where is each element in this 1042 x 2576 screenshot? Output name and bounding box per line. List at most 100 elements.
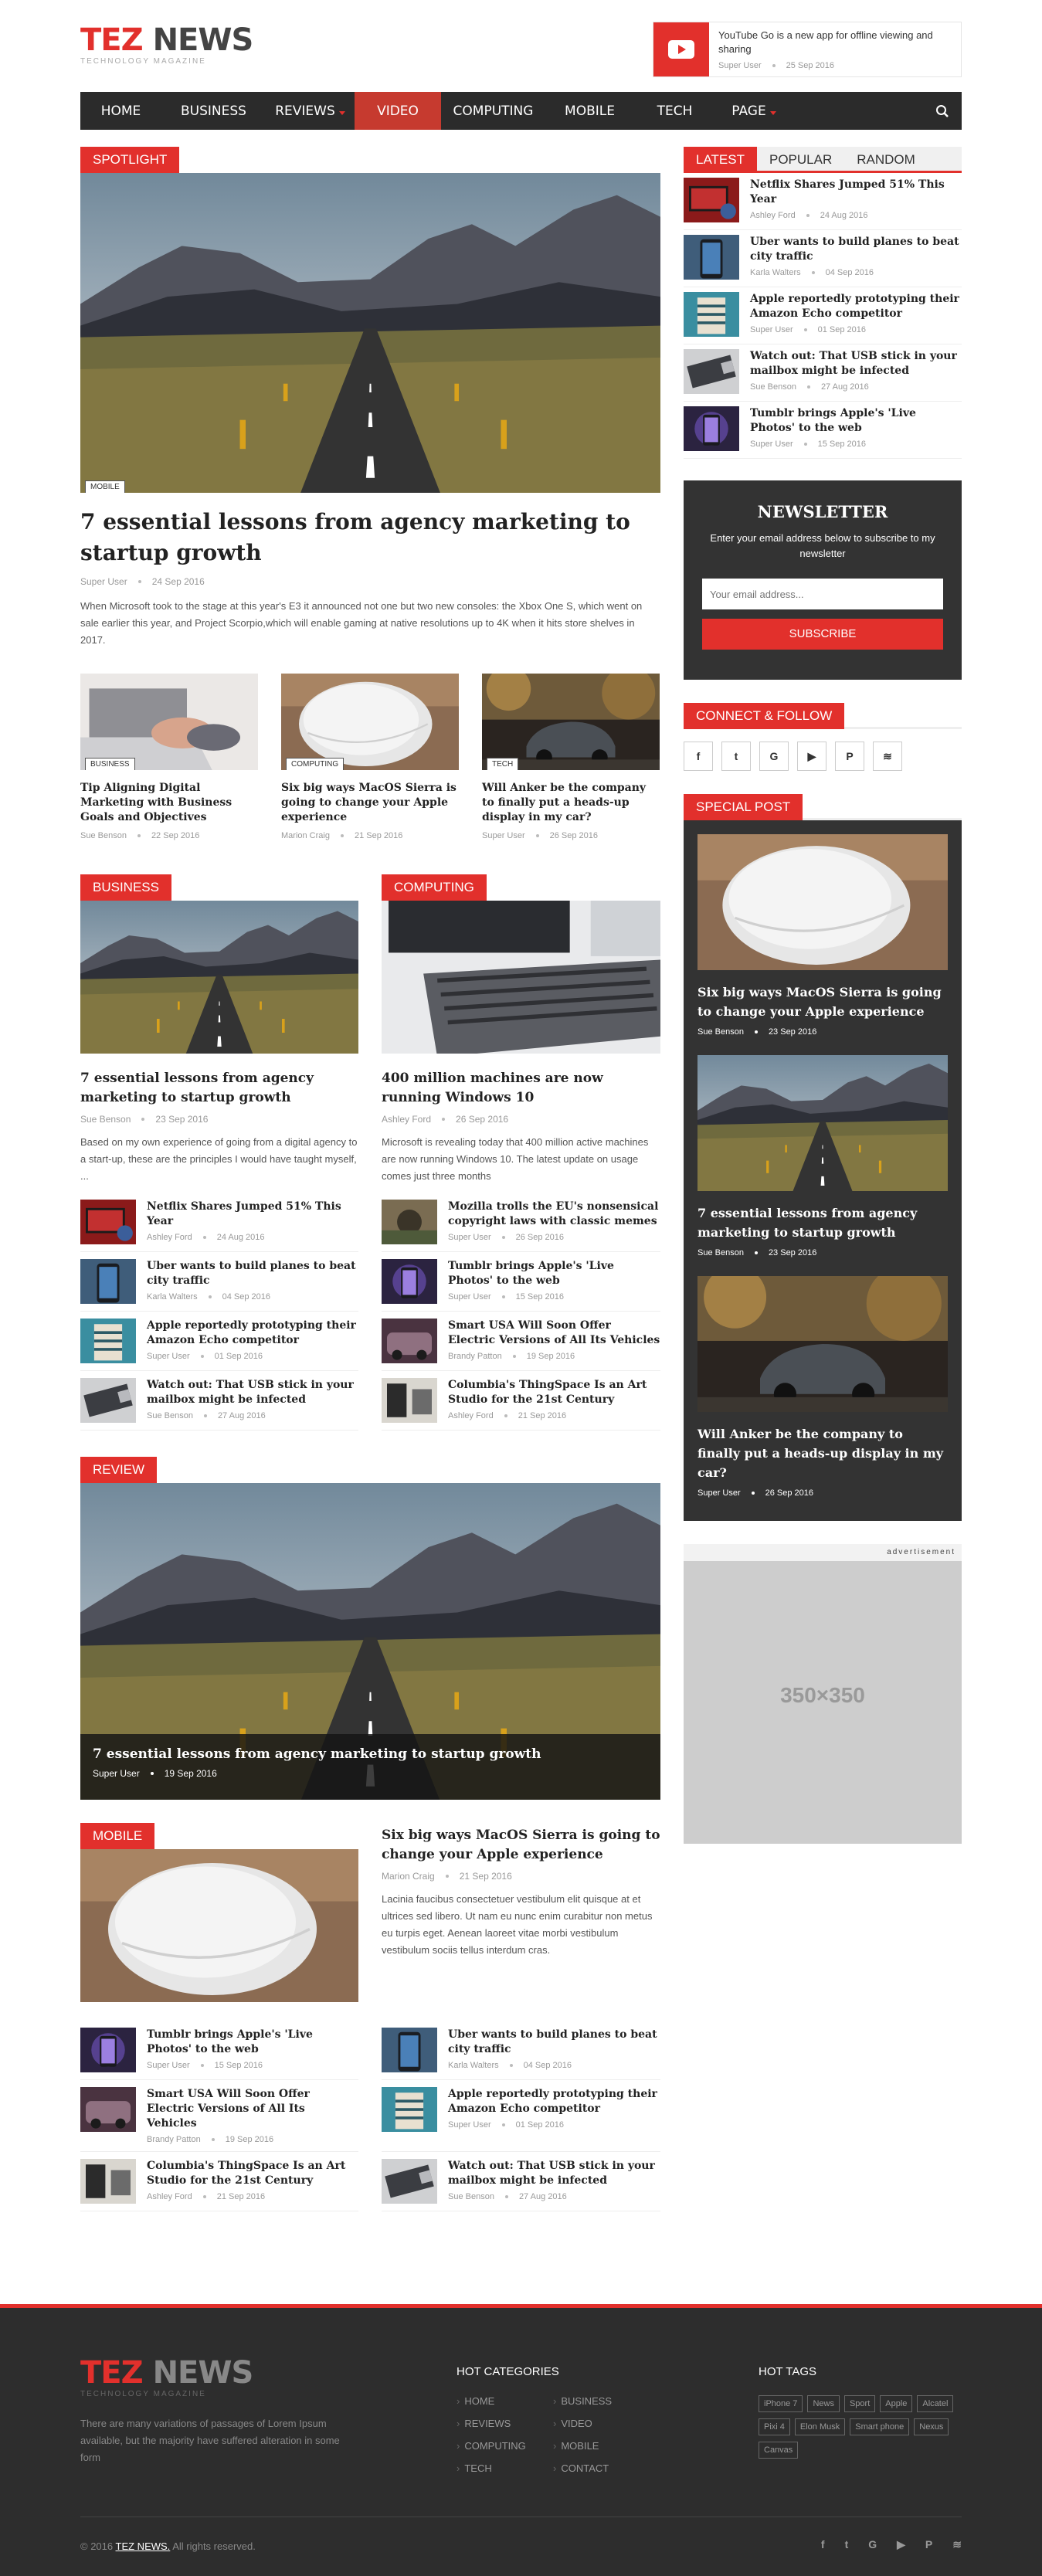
search-icon[interactable] [923, 92, 962, 130]
mobile-title[interactable]: Six big ways MacOS Sierra is going to ch… [382, 1826, 660, 1865]
list-item[interactable]: Tumblr brings Apple's 'Live Photos' to t… [684, 402, 962, 459]
list-item-thumb[interactable] [80, 2028, 136, 2072]
spotlight-tag[interactable]: MOBILE [85, 480, 125, 493]
list-item-author[interactable]: Karla Walters [750, 268, 801, 277]
footer-tag[interactable]: News [807, 2395, 840, 2412]
list-item-title[interactable]: Watch out: That USB stick in your mailbo… [448, 2159, 660, 2188]
footer-category-tech[interactable]: › TECH [457, 2462, 553, 2474]
newsletter-email-input[interactable] [702, 579, 943, 609]
card-title[interactable]: Tip Aligning Digital Marketing with Busi… [80, 781, 258, 825]
list-item[interactable]: Uber wants to build planes to beat city … [80, 1252, 358, 1312]
mobile-author[interactable]: Marion Craig [382, 1871, 435, 1882]
footer-logo[interactable]: TEZ NEWS [80, 2356, 374, 2390]
list-item[interactable]: Smart USA Will Soon Offer Electric Versi… [80, 2080, 358, 2152]
list-item-title[interactable]: Netflix Shares Jumped 51% This Year [750, 178, 962, 207]
list-item-thumb[interactable] [382, 2028, 437, 2072]
spotlight-card[interactable]: BUSINESS Tip Aligning Digital Marketing … [80, 674, 258, 840]
special-post-image[interactable] [697, 834, 948, 970]
list-item-author[interactable]: Brandy Patton [147, 2135, 201, 2144]
card-tag[interactable]: TECH [487, 758, 519, 770]
list-item[interactable]: Netflix Shares Jumped 51% This Year Ashl… [684, 173, 962, 230]
nav-item-video[interactable]: VIDEO [355, 92, 441, 130]
list-item[interactable]: Watch out: That USB stick in your mailbo… [684, 344, 962, 402]
card-author[interactable]: Sue Benson [80, 831, 127, 840]
list-item-title[interactable]: Mozilla trolls the EU's nonsensical copy… [448, 1200, 660, 1229]
list-item-title[interactable]: Smart USA Will Soon Offer Electric Versi… [147, 2087, 358, 2131]
list-item-thumb[interactable] [684, 292, 739, 337]
list-item-thumb[interactable] [382, 1378, 437, 1423]
spotlight-title[interactable]: 7 essential lessons from agency marketin… [80, 507, 660, 568]
list-item-title[interactable]: Smart USA Will Soon Offer Electric Versi… [448, 1319, 660, 1348]
list-item-thumb[interactable] [382, 1200, 437, 1244]
header-promo[interactable]: YouTube Go is a new app for offline view… [653, 22, 962, 77]
promo-title[interactable]: YouTube Go is a new app for offline view… [718, 29, 950, 56]
list-item[interactable]: Apple reportedly prototyping their Amazo… [80, 1312, 358, 1371]
list-item-thumb[interactable] [684, 235, 739, 280]
list-item[interactable]: Columbia's ThingSpace Is an Art Studio f… [382, 1371, 660, 1431]
pinterest-icon[interactable]: P [835, 742, 864, 771]
footer-category-video[interactable]: › VIDEO [553, 2418, 650, 2429]
review-title[interactable]: 7 essential lessons from agency marketin… [93, 1746, 648, 1762]
card-tag[interactable]: COMPUTING [286, 758, 345, 770]
list-item-title[interactable]: Tumblr brings Apple's 'Live Photos' to t… [147, 2028, 358, 2057]
list-item-thumb[interactable] [80, 1319, 136, 1363]
list-item-author[interactable]: Super User [448, 2120, 491, 2130]
list-item[interactable]: Apple reportedly prototyping their Amazo… [382, 2080, 660, 2152]
footer-category-reviews[interactable]: › REVIEWS [457, 2418, 553, 2429]
nav-item-page[interactable]: PAGE [715, 92, 793, 130]
list-item[interactable]: Uber wants to build planes to beat city … [382, 2021, 660, 2080]
list-item-thumb[interactable] [382, 2087, 437, 2132]
list-item[interactable]: Uber wants to build planes to beat city … [684, 230, 962, 287]
tab-random[interactable]: RANDOM [844, 147, 928, 171]
tab-latest[interactable]: LATEST [684, 147, 757, 171]
footer-tag[interactable]: Elon Musk [794, 2418, 846, 2435]
subscribe-button[interactable]: SUBSCRIBE [702, 619, 943, 650]
list-item-author[interactable]: Super User [147, 2061, 190, 2070]
list-item-author[interactable]: Super User [750, 440, 793, 449]
list-item-thumb[interactable] [684, 349, 739, 394]
footer-pinterest-icon[interactable]: P [925, 2538, 932, 2551]
card-author[interactable]: Marion Craig [281, 831, 330, 840]
list-item-title[interactable]: Uber wants to build planes to beat city … [448, 2028, 660, 2057]
footer-facebook-icon[interactable]: f [821, 2538, 825, 2551]
list-item-author[interactable]: Super User [147, 1352, 190, 1361]
list-item-title[interactable]: Uber wants to build planes to beat city … [147, 1259, 358, 1288]
business-label[interactable]: BUSINESS [80, 874, 171, 901]
list-item-thumb[interactable] [80, 2159, 136, 2204]
computing-author[interactable]: Ashley Ford [382, 1114, 431, 1125]
card-image[interactable]: BUSINESS [80, 674, 258, 770]
review-label[interactable]: REVIEW [80, 1457, 158, 1483]
footer-tag[interactable]: Alcatel [917, 2395, 954, 2412]
computing-label[interactable]: COMPUTING [382, 874, 487, 901]
list-item-title[interactable]: Netflix Shares Jumped 51% This Year [147, 1200, 358, 1229]
copyright-link[interactable]: TEZ NEWS. [116, 2540, 171, 2552]
review-image[interactable]: 7 essential lessons from agency marketin… [80, 1483, 660, 1800]
list-item-thumb[interactable] [80, 1200, 136, 1244]
list-item-thumb[interactable] [80, 1378, 136, 1423]
card-title[interactable]: Six big ways MacOS Sierra is going to ch… [281, 781, 459, 825]
list-item-title[interactable]: Apple reportedly prototyping their Amazo… [147, 1319, 358, 1348]
site-logo[interactable]: TEZ NEWS TECHNOLOGY MAGAZINE [80, 23, 253, 66]
business-title[interactable]: 7 essential lessons from agency marketin… [80, 1069, 358, 1108]
special-post[interactable]: Six big ways MacOS Sierra is going to ch… [697, 834, 948, 1037]
footer-tag[interactable]: Apple [880, 2395, 913, 2412]
list-item-title[interactable]: Tumblr brings Apple's 'Live Photos' to t… [448, 1259, 660, 1288]
list-item-author[interactable]: Karla Walters [448, 2061, 499, 2070]
card-title[interactable]: Will Anker be the company to finally put… [482, 781, 660, 825]
footer-youtube-icon[interactable]: ▶ [897, 2538, 905, 2551]
list-item-author[interactable]: Sue Benson [750, 382, 796, 392]
nav-item-business[interactable]: BUSINESS [161, 92, 266, 130]
list-item-title[interactable]: Uber wants to build planes to beat city … [750, 235, 962, 264]
promo-author[interactable]: Super User [718, 61, 762, 70]
facebook-icon[interactable]: f [684, 742, 713, 771]
special-post-image[interactable] [697, 1055, 948, 1191]
footer-tag[interactable]: Nexus [914, 2418, 949, 2435]
youtube-icon[interactable]: ▶ [797, 742, 826, 771]
special-post-title[interactable]: Six big ways MacOS Sierra is going to ch… [697, 983, 948, 1021]
footer-rss-icon[interactable]: ≋ [952, 2538, 962, 2551]
list-item-author[interactable]: Super User [448, 1292, 491, 1302]
list-item-title[interactable]: Columbia's ThingSpace Is an Art Studio f… [147, 2159, 358, 2188]
card-author[interactable]: Super User [482, 831, 525, 840]
mobile-image[interactable] [80, 1849, 358, 2002]
list-item-author[interactable]: Super User [448, 1233, 491, 1242]
